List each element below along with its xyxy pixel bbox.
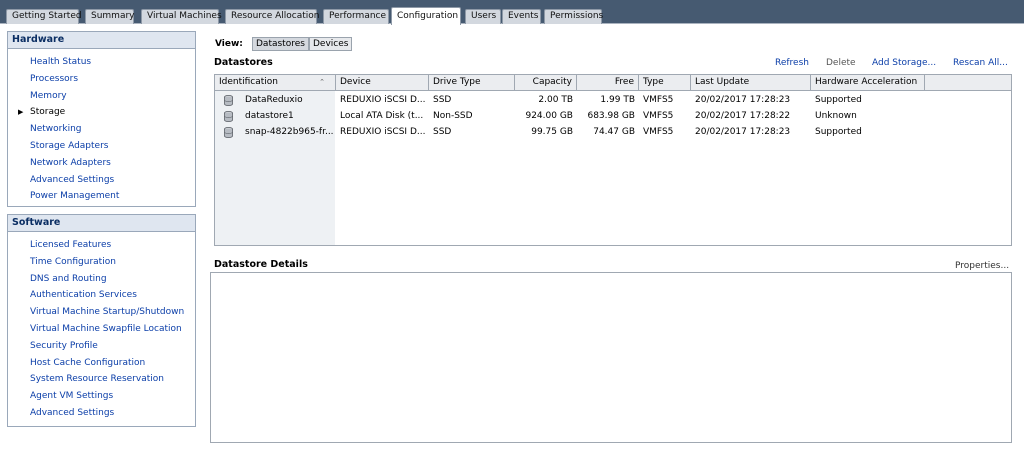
tab-performance[interactable]: Performance	[323, 9, 389, 24]
hardware-item-storage[interactable]: ▶ Storage	[8, 104, 195, 121]
view-label: View:	[215, 39, 243, 49]
cell-capacity: 924.00 GB	[525, 111, 573, 121]
cell-type: VMFS5	[643, 127, 674, 137]
software-item-advanced-settings[interactable]: Advanced Settings	[8, 405, 195, 422]
cell-identification: snap-4822b965-fr...	[245, 127, 334, 137]
hardware-panel: Hardware Health Status Processors Memory…	[7, 31, 196, 207]
cell-drive-type: SSD	[433, 127, 452, 137]
rescan-all-link[interactable]: Rescan All...	[953, 58, 1008, 68]
software-item-dns-routing[interactable]: DNS and Routing	[8, 271, 195, 288]
cell-type: VMFS5	[643, 95, 674, 105]
col-device[interactable]: Device	[336, 75, 429, 90]
cell-capacity: 99.75 GB	[531, 127, 573, 137]
tab-virtual-machines[interactable]: Virtual Machines	[141, 9, 222, 24]
cell-hardware-acceleration: Supported	[815, 95, 862, 105]
hardware-item-network-adapters[interactable]: Network Adapters	[8, 155, 195, 172]
software-item-vm-swapfile-location[interactable]: Virtual Machine Swapfile Location	[8, 321, 195, 338]
hardware-header: Hardware	[8, 32, 195, 49]
tab-configuration[interactable]: Configuration	[391, 7, 461, 25]
hardware-item-storage-label: Storage	[30, 107, 66, 118]
software-item-system-resource-reservation[interactable]: System Resource Reservation	[8, 371, 195, 388]
software-item-security-profile[interactable]: Security Profile	[8, 338, 195, 355]
cell-last-update: 20/02/2017 17:28:23	[695, 127, 791, 137]
cell-hardware-acceleration: Unknown	[815, 111, 857, 121]
software-item-authentication-services[interactable]: Authentication Services	[8, 287, 195, 304]
cell-last-update: 20/02/2017 17:28:22	[695, 111, 791, 121]
datastores-table: Identification ⌃ Device Drive Type Capaci…	[214, 74, 1012, 246]
datastore-icon	[224, 111, 233, 122]
col-free[interactable]: Free	[577, 75, 639, 90]
hardware-item-power-management[interactable]: Power Management	[8, 188, 195, 205]
cell-free: 683.98 GB	[587, 111, 635, 121]
col-filler	[925, 75, 1011, 90]
delete-link[interactable]: Delete	[826, 58, 856, 68]
cell-device: REDUXIO iSCSI D...	[340, 127, 426, 137]
cell-last-update: 20/02/2017 17:28:23	[695, 95, 791, 105]
add-storage-link[interactable]: Add Storage...	[872, 58, 936, 68]
hardware-item-memory[interactable]: Memory	[8, 88, 195, 105]
tab-summary[interactable]: Summary	[85, 9, 135, 24]
cell-free: 74.47 GB	[593, 127, 635, 137]
col-hardware-acceleration[interactable]: Hardware Acceleration	[811, 75, 925, 90]
datastores-title: Datastores	[214, 57, 273, 68]
datastore-details-title: Datastore Details	[214, 259, 308, 270]
cell-identification: datastore1	[245, 111, 294, 121]
cell-identification: DataReduxio	[245, 95, 303, 105]
table-header: Identification ⌃ Device Drive Type Capaci…	[215, 75, 1011, 91]
col-drive-type[interactable]: Drive Type	[429, 75, 515, 90]
hardware-item-advanced-settings[interactable]: Advanced Settings	[8, 172, 195, 189]
hardware-item-storage-adapters[interactable]: Storage Adapters	[8, 138, 195, 155]
hardware-item-processors[interactable]: Processors	[8, 71, 195, 88]
software-list: Licensed Features Time Configuration DNS…	[8, 232, 195, 422]
col-type[interactable]: Type	[639, 75, 691, 90]
sort-ascending-icon: ⌃	[319, 78, 325, 86]
software-item-vm-startup-shutdown[interactable]: Virtual Machine Startup/Shutdown	[8, 304, 195, 321]
table-row[interactable]: snap-4822b965-fr... REDUXIO iSCSI D... S…	[215, 124, 1011, 140]
cell-type: VMFS5	[643, 111, 674, 121]
cell-drive-type: Non-SSD	[433, 111, 473, 121]
cell-device: REDUXIO iSCSI D...	[340, 95, 426, 105]
software-item-licensed-features[interactable]: Licensed Features	[8, 237, 195, 254]
col-identification[interactable]: Identification ⌃	[215, 75, 336, 90]
tab-resource-allocation[interactable]: Resource Allocation	[225, 9, 320, 24]
datastore-icon	[224, 95, 233, 106]
tab-bar: Getting Started Summary Virtual Machines…	[0, 0, 1024, 25]
cell-free: 1.99 TB	[600, 95, 635, 105]
properties-link[interactable]: Properties...	[955, 261, 1009, 271]
hardware-item-networking[interactable]: Networking	[8, 121, 195, 138]
datastore-icon	[224, 127, 233, 138]
software-item-host-cache-configuration[interactable]: Host Cache Configuration	[8, 355, 195, 372]
hardware-item-health-status[interactable]: Health Status	[8, 54, 195, 71]
col-last-update[interactable]: Last Update	[691, 75, 811, 90]
cell-drive-type: SSD	[433, 95, 452, 105]
view-devices-button[interactable]: Devices	[309, 37, 353, 51]
view-datastores-button[interactable]: Datastores	[252, 37, 309, 51]
col-capacity[interactable]: Capacity	[515, 75, 577, 90]
software-item-agent-vm-settings[interactable]: Agent VM Settings	[8, 388, 195, 405]
tab-events[interactable]: Events	[502, 9, 541, 24]
table-row[interactable]: datastore1 Local ATA Disk (t... Non-SSD …	[215, 108, 1011, 124]
datastore-details-panel	[210, 272, 1012, 443]
cell-hardware-acceleration: Supported	[815, 127, 862, 137]
tab-getting-started[interactable]: Getting Started	[6, 9, 82, 24]
table-row[interactable]: DataReduxio REDUXIO iSCSI D... SSD 2.00 …	[215, 92, 1011, 108]
software-panel: Software Licensed Features Time Configur…	[7, 214, 196, 427]
tab-permissions[interactable]: Permissions	[544, 9, 603, 24]
tab-users[interactable]: Users	[465, 9, 501, 24]
cell-capacity: 2.00 TB	[538, 95, 573, 105]
hardware-list: Health Status Processors Memory ▶ Storage…	[8, 49, 195, 205]
software-item-time-configuration[interactable]: Time Configuration	[8, 254, 195, 271]
selected-arrow-icon: ▶	[18, 108, 24, 117]
cell-device: Local ATA Disk (t...	[340, 111, 424, 121]
refresh-link[interactable]: Refresh	[775, 58, 809, 68]
software-header: Software	[8, 215, 195, 232]
col-identification-label: Identification	[219, 77, 279, 87]
